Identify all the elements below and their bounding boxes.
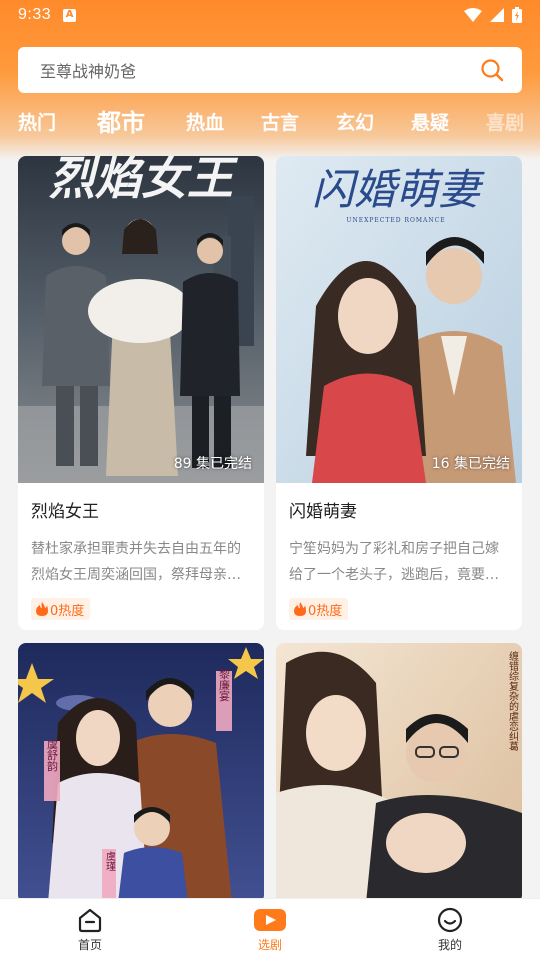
play-icon [254,909,286,931]
poster-image: 缠错综复杂的虐恋纠葛 [276,643,522,903]
nav-home-label: 首页 [77,938,102,952]
tab-fantasy[interactable]: 玄幻 [336,104,374,142]
heat-badge: 0热度 [289,598,349,620]
poster-name-tag: 虞瑾 [104,850,116,871]
poster-image: 烈焰女王 [18,156,264,483]
search-bar[interactable]: 至尊战神奶爸 [18,47,522,93]
home-icon [78,908,102,933]
drama-description: 替杜家承担罪责并失去自由五年的烈焰女王周奕涵回国，祭拜母亲… [31,541,241,583]
bottom-navigation: 首页 选剧 我的 [0,898,540,960]
tab-blood[interactable]: 热血 [186,104,224,142]
episode-count-badge: 89 集已完结 [173,456,252,472]
heat-value: 0热度 [308,603,343,619]
drama-description: 宁笙妈妈为了彩礼和房子把自己嫁给了一个老头子，逃跑后，竟要… [289,541,499,583]
poster-image: 闪婚萌妻 UNEXPECTED ROMANCE [276,156,522,483]
nav-profile[interactable]: 我的 [360,899,540,960]
signal-icon [490,8,504,22]
wifi-icon [464,8,482,22]
drama-card[interactable]: 黎廉宴 虞舒韵 虞瑾 [18,643,264,903]
tab-ancient[interactable]: 古言 [261,104,299,142]
search-icon[interactable] [480,58,504,82]
flame-icon [294,602,306,616]
tab-comedy[interactable]: 喜剧 [486,104,524,142]
nav-profile-label: 我的 [437,938,462,952]
drama-poster[interactable]: 黎廉宴 虞舒韵 虞瑾 [18,643,264,903]
heat-value: 0热度 [50,603,85,619]
battery-icon [512,7,522,23]
drama-card[interactable]: 闪婚萌妻 UNEXPECTED ROMANCE 16 集已完结 闪婚萌妻 宁笙妈… [276,156,522,630]
tab-suspense[interactable]: 悬疑 [411,104,449,142]
tab-urban[interactable]: 都市 [97,104,145,142]
notification-a-icon: A [63,8,77,22]
drama-poster[interactable]: 烈焰女王 89 集已完结 [18,156,264,483]
poster-image: 黎廉宴 虞舒韵 虞瑾 [18,643,264,903]
status-bar: 9:33 A [0,0,540,30]
nav-browse-label: 选剧 [257,938,282,952]
poster-name-tag: 黎廉宴 [218,667,231,701]
poster-name-tag: 虞舒韵 [46,737,59,772]
drama-poster[interactable]: 闪婚萌妻 UNEXPECTED ROMANCE 16 集已完结 [276,156,522,483]
drama-card[interactable]: 烈焰女王 89 集已完结 烈焰女王 替杜家承担罪责并失去自由五年的烈焰女王周奕涵… [18,156,264,630]
smile-icon [437,907,463,933]
drama-poster[interactable]: 缠错综复杂的虐恋纠葛 [276,643,522,903]
nav-home[interactable]: 首页 [0,899,180,960]
heat-badge: 0热度 [31,598,91,620]
poster-title-text: 闪婚萌妻 [312,165,485,214]
search-input[interactable]: 至尊战神奶爸 [40,58,480,82]
category-tabs: 热门 都市 热血 古言 玄幻 悬疑 喜剧 [0,104,540,142]
drama-title[interactable]: 闪婚萌妻 [289,497,522,522]
drama-title[interactable]: 烈焰女王 [31,497,264,522]
nav-browse[interactable]: 选剧 [180,899,360,960]
status-icons [464,7,522,23]
poster-tagline-text: 缠错综复杂的虐恋纠葛 [507,650,519,752]
episode-count-badge: 16 集已完结 [431,456,510,472]
tab-hot[interactable]: 热门 [18,104,56,142]
poster-title-text: 烈焰女王 [49,156,239,205]
flame-icon [36,602,48,616]
poster-subtitle-text: UNEXPECTED ROMANCE [346,217,445,224]
drama-card[interactable]: 缠错综复杂的虐恋纠葛 [276,643,522,903]
status-time: 9:33 [18,6,52,23]
